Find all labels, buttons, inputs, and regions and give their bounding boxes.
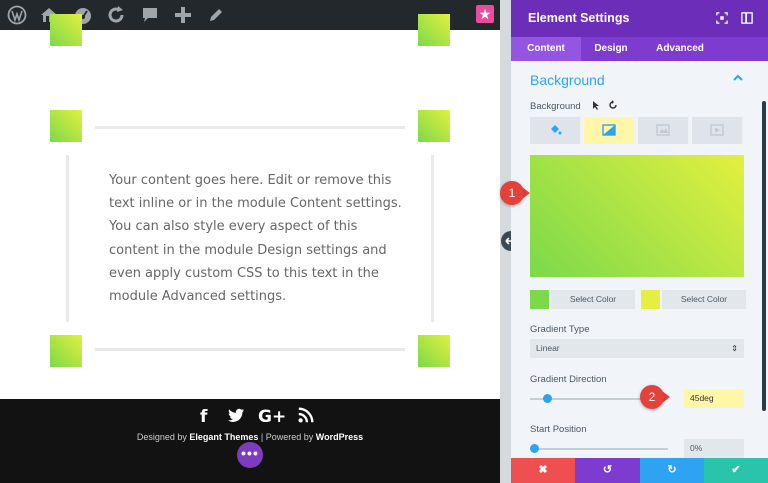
gradient-direction-slider-knob[interactable] [543,394,553,403]
cursor-icon [591,100,601,113]
divider-line [95,348,405,351]
gradient-icon [602,124,616,140]
gradient-corner-square [418,335,450,367]
undo-button[interactable]: ↺ [575,458,640,483]
rss-icon[interactable] [297,406,315,429]
end-select-color-button[interactable]: Select Color [662,290,746,309]
background-image-tab[interactable] [638,117,689,144]
border-line [66,155,69,322]
start-color-swatch[interactable] [530,290,549,309]
start-position-input[interactable]: 0% [684,439,744,458]
end-color-swatch[interactable] [641,290,660,309]
start-position-slider[interactable] [530,448,668,450]
section-title-background[interactable]: Background [530,72,605,88]
background-video-tab[interactable] [692,117,743,144]
panel-tabs: Content Design Advanced [511,37,768,61]
select-arrows-icon: ⇕ [731,344,738,353]
background-label: Background [530,101,581,112]
border-line [431,155,434,322]
facebook-icon[interactable]: f [200,407,207,427]
credits-mid: | Powered by [258,432,316,442]
redo-button[interactable]: ↻ [640,458,704,483]
gradient-type-value: Linear [536,343,560,353]
panel-header: Element Settings [511,0,768,37]
start-position-slider-knob[interactable] [530,444,539,453]
twitter-icon[interactable] [227,406,246,430]
save-button[interactable]: ✔ [704,458,768,483]
chevron-up-icon[interactable] [733,72,743,86]
paint-bucket-icon [548,125,562,140]
gradient-preview[interactable] [530,155,744,277]
tab-design[interactable]: Design [581,37,641,61]
expand-icon[interactable] [715,12,729,26]
video-icon [710,124,724,140]
footer-credits: Designed by Elegant Themes | Powered by … [0,432,500,442]
reset-icon[interactable] [608,100,618,113]
background-gradient-tab[interactable] [584,117,635,144]
start-position-label: Start Position [530,424,587,435]
elegant-themes-link[interactable]: Elegant Themes [189,432,258,442]
element-settings-panel: Element Settings Content Design Advanced… [511,0,768,483]
credits-prefix: Designed by [136,432,190,442]
gradient-corner-square [50,110,82,142]
callout-badge-2: 2 [640,385,664,409]
panel-title: Element Settings [528,11,630,25]
gradient-type-label: Gradient Type [530,324,590,335]
gradient-corner-square [418,110,450,142]
page-canvas: ★ Your content goes here. Edit or remove… [0,0,500,483]
gradient-corner-square [50,335,82,367]
start-select-color-button[interactable]: Select Color [551,290,635,309]
divider-line [95,126,405,129]
cancel-button[interactable]: ✖ [511,458,575,483]
panel-scrollbar[interactable] [762,101,766,411]
text-module-content[interactable]: Your content goes here. Edit or remove t… [109,169,409,308]
page-settings-dots-button[interactable]: ••• [237,442,263,468]
background-color-tab[interactable] [530,117,581,144]
gradient-direction-label: Gradient Direction [530,374,607,385]
gradient-direction-input[interactable]: 45deg [684,389,744,408]
gradient-type-select[interactable]: Linear ⇕ [530,339,744,358]
tab-content[interactable]: Content [511,37,581,61]
tab-advanced[interactable]: Advanced [641,37,719,61]
google-plus-icon[interactable]: G+ [258,407,286,427]
image-icon [656,124,670,140]
callout-badge-1: 1 [500,181,524,205]
wordpress-link[interactable]: WordPress [316,432,363,442]
panel-action-bar: ✖ ↺ ↻ ✔ [511,458,768,483]
sidebar-toggle-icon[interactable] [740,12,754,26]
